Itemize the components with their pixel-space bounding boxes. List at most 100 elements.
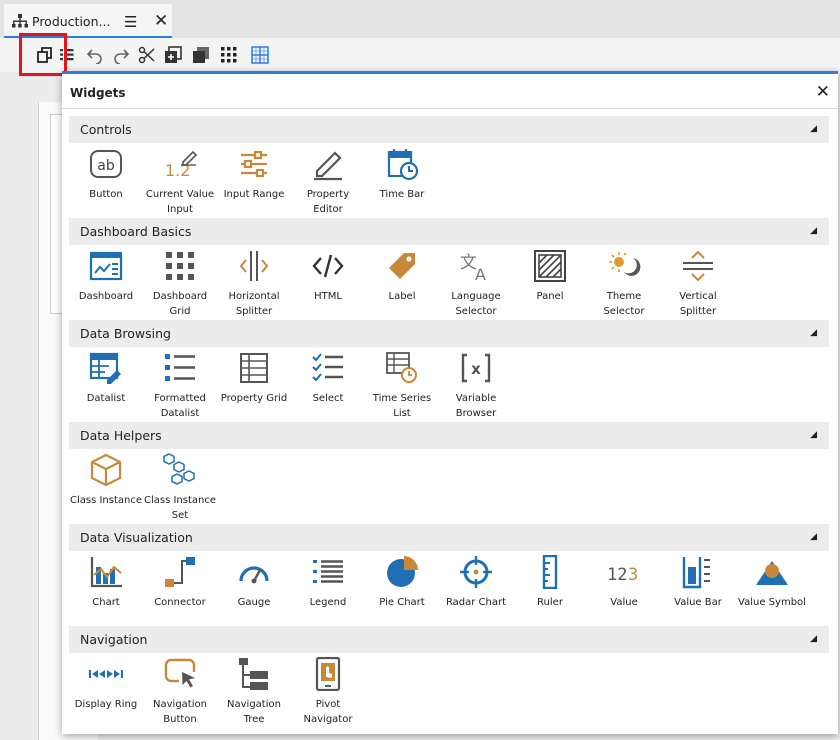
pie-chart-icon [385, 555, 419, 589]
widget-current-value-input[interactable]: 1.2 Current Value Input [143, 143, 217, 218]
collapse-triangle-icon[interactable]: ◢ [810, 226, 817, 236]
widget-datalist[interactable]: Datalist [69, 347, 143, 422]
widget-html[interactable]: HTML [291, 245, 365, 320]
navigation-tree-icon [237, 657, 271, 691]
widget-connector[interactable]: Connector [143, 551, 217, 626]
widget-label: Display Ring [74, 699, 138, 710]
hamburger-menu-icon[interactable]: ☰ [124, 13, 137, 31]
current-value-input-icon: 1.2 [163, 147, 197, 181]
cut-button[interactable] [138, 46, 156, 64]
widget-property-editor[interactable]: Property Editor [291, 143, 365, 218]
widget-dashboard-grid[interactable]: Dashboard Grid [143, 245, 217, 320]
display-ring-icon [89, 657, 123, 691]
toolbar [0, 38, 840, 72]
widget-label: Navigation Tree [227, 699, 281, 725]
widget-label: Property Grid [220, 393, 288, 404]
widget-variable-browser[interactable]: x Variable Browser [439, 347, 513, 422]
tab-production[interactable]: Production... ☰ ✕ [4, 4, 172, 38]
widget-theme-selector[interactable]: Theme Selector [587, 245, 661, 320]
layers-button[interactable] [58, 46, 76, 64]
widget-ruler[interactable]: Ruler [513, 551, 587, 626]
widget-dashboard[interactable]: Dashboard [69, 245, 143, 320]
widget-chart[interactable]: Chart [69, 551, 143, 626]
svg-text:x: x [471, 360, 481, 378]
widget-formatted-datalist[interactable]: Formatted Datalist [143, 347, 217, 422]
chart-icon [89, 555, 123, 589]
widget-class-instance[interactable]: Class Instance [69, 449, 143, 524]
group-button[interactable] [164, 46, 182, 64]
widget-value-symbol[interactable]: Value Symbol [735, 551, 809, 626]
widget-label: Value Bar [674, 597, 722, 608]
collapse-triangle-icon[interactable]: ◢ [810, 124, 817, 134]
widget-language-selector[interactable]: 文 A Language Selector [439, 245, 513, 320]
widget-vertical-splitter[interactable]: Vertical Splitter [661, 245, 735, 320]
widget-label: Datalist [86, 393, 126, 404]
section-title: Controls [80, 122, 132, 137]
section-header[interactable]: Dashboard Basics ◢ [69, 218, 829, 245]
property-grid-icon [237, 351, 271, 385]
collapse-triangle-icon[interactable]: ◢ [810, 430, 817, 440]
section-header[interactable]: Navigation ◢ [69, 626, 829, 653]
dialog-divider [62, 108, 838, 109]
grid-button[interactable] [220, 46, 238, 64]
widget-label: Label [388, 291, 416, 302]
widget-label-item[interactable]: Label [365, 245, 439, 320]
tab-title: Production... [32, 14, 111, 29]
widgets-button[interactable] [36, 46, 54, 64]
close-tab-icon[interactable]: ✕ [154, 11, 168, 31]
widget-label: Variable Browser [455, 393, 497, 419]
group-icon [165, 46, 182, 63]
section-header[interactable]: Data Helpers ◢ [69, 422, 829, 449]
widget-radar-chart[interactable]: Radar Chart [439, 551, 513, 626]
value-symbol-icon [755, 555, 789, 589]
svg-text:12: 12 [607, 565, 627, 585]
widget-panel[interactable]: Panel [513, 245, 587, 320]
widget-label: Horizontal Splitter [228, 291, 280, 317]
widget-pie-chart[interactable]: Pie Chart [365, 551, 439, 626]
layout-grid-button[interactable] [251, 46, 269, 64]
widget-label: Vertical Splitter [679, 291, 717, 317]
widget-label: Formatted Datalist [154, 393, 206, 419]
widget-time-bar[interactable]: Time Bar [365, 143, 439, 218]
collapse-triangle-icon[interactable]: ◢ [810, 634, 817, 644]
undo-icon [86, 49, 102, 64]
svg-text:3: 3 [628, 565, 638, 585]
widget-button[interactable]: ab Button [69, 143, 143, 218]
section-header[interactable]: Data Browsing ◢ [69, 320, 829, 347]
collapse-triangle-icon[interactable]: ◢ [810, 532, 817, 542]
widget-label: Input Range [223, 189, 285, 200]
section-header[interactable]: Controls ◢ [69, 116, 829, 143]
widget-class-instance-set[interactable]: Class Instance Set [143, 449, 217, 524]
copy-window-icon [37, 47, 52, 63]
button-icon: ab [89, 147, 123, 181]
vertical-splitter-icon [681, 249, 715, 283]
section-dashboard-basics: Dashboard Basics ◢ Dashboard Dashboard Gr… [69, 218, 829, 320]
widget-pivot-navigator[interactable]: Pivot Navigator [291, 653, 365, 728]
horizontal-splitter-icon [237, 249, 271, 283]
widget-gauge[interactable]: Gauge [217, 551, 291, 626]
widget-value-bar[interactable]: Value Bar [661, 551, 735, 626]
widget-navigation-tree[interactable]: Navigation Tree [217, 653, 291, 728]
widget-label: Legend [309, 597, 347, 608]
undo-button[interactable] [86, 46, 104, 64]
input-range-icon [237, 147, 271, 181]
value-icon: 12 3 [607, 555, 641, 589]
redo-button[interactable] [112, 46, 130, 64]
widget-time-series-list[interactable]: Time Series List [365, 347, 439, 422]
widget-input-range[interactable]: Input Range [217, 143, 291, 218]
widget-select[interactable]: Select [291, 347, 365, 422]
widget-value[interactable]: 12 3 Value [587, 551, 661, 626]
bring-front-button[interactable] [192, 46, 210, 64]
widget-navigation-button[interactable]: Navigation Button [143, 653, 217, 728]
collapse-triangle-icon[interactable]: ◢ [810, 328, 817, 338]
widget-legend[interactable]: Legend [291, 551, 365, 626]
dot-grid-icon [221, 47, 237, 63]
widget-display-ring[interactable]: Display Ring [69, 653, 143, 728]
widget-property-grid[interactable]: Property Grid [217, 347, 291, 422]
time-bar-icon [385, 147, 419, 181]
close-dialog-icon[interactable]: ✕ [816, 82, 830, 102]
widget-horizontal-splitter[interactable]: Horizontal Splitter [217, 245, 291, 320]
dashboard-grid-icon [163, 249, 197, 283]
dialog-title: Widgets [70, 86, 126, 100]
section-header[interactable]: Data Visualization ◢ [69, 524, 829, 551]
